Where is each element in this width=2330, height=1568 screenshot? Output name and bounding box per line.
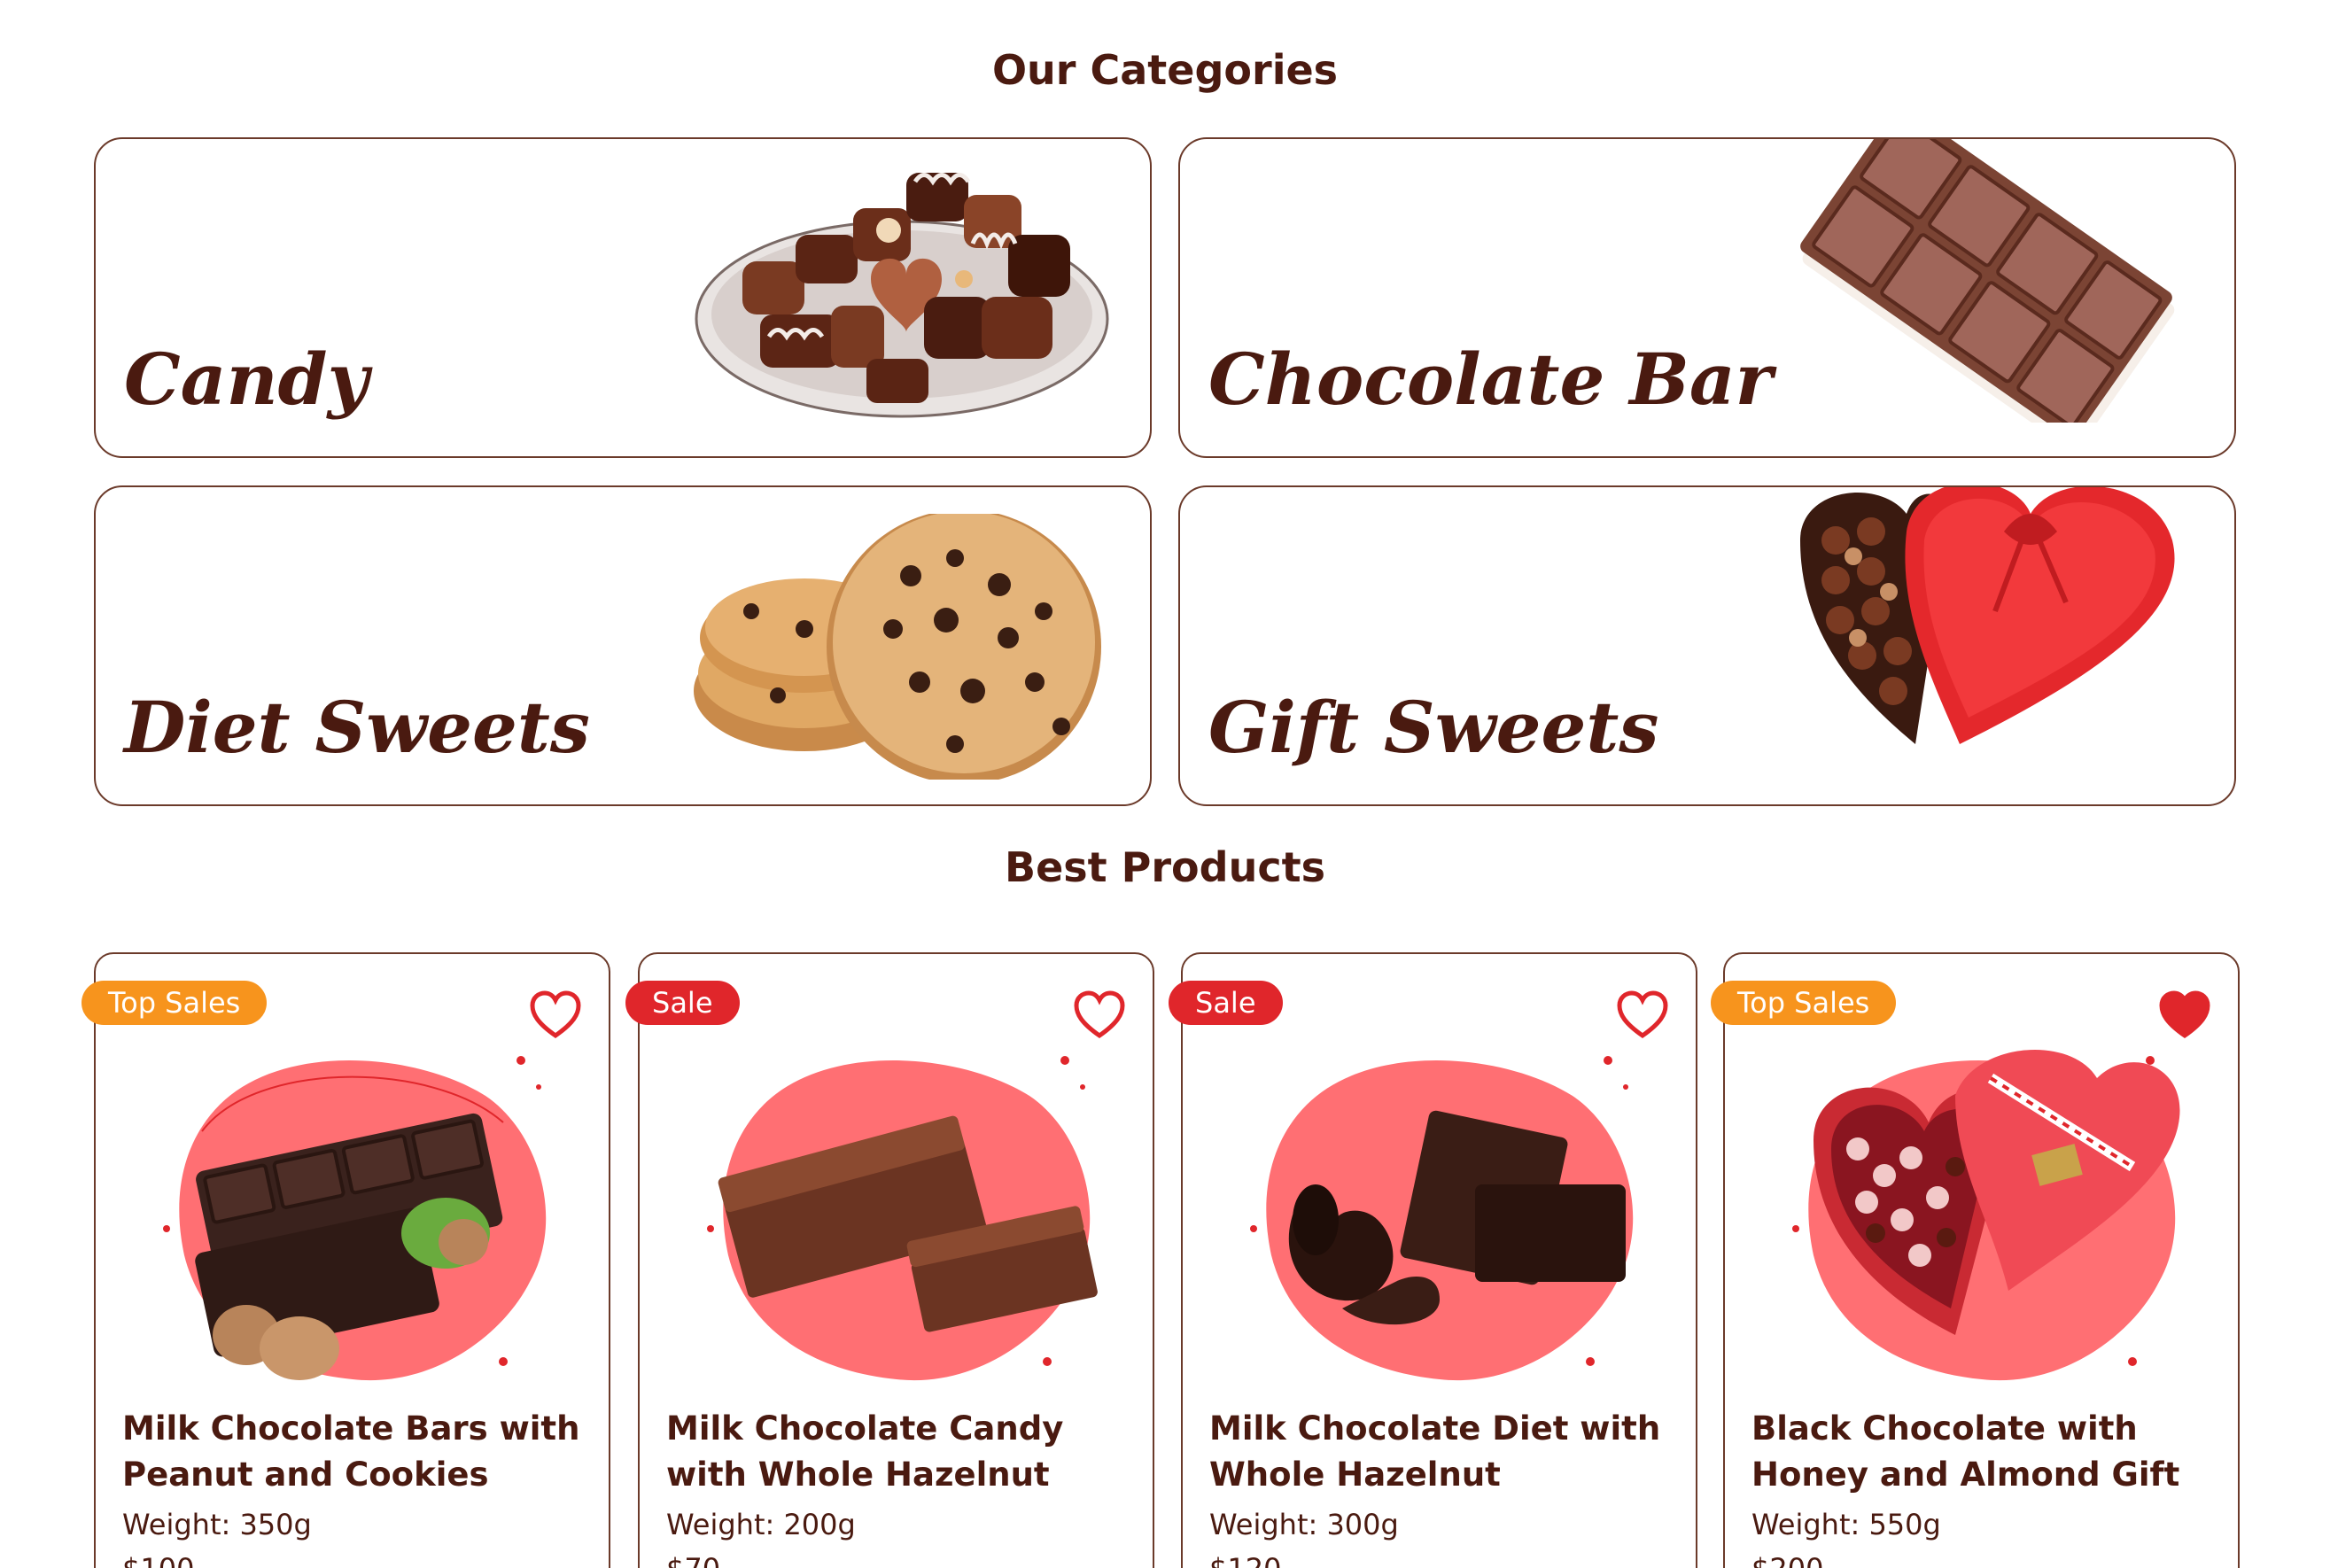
product-card[interactable]: Sale Milk Chocolate Diet with Whole Haze… <box>1169 952 1697 1568</box>
category-card-candy[interactable]: Candy <box>94 137 1152 458</box>
product-price: $120 <box>1209 1552 1281 1568</box>
top-sales-badge: Top Sales <box>82 981 268 1025</box>
category-card-gift-sweets[interactable]: Gift Sweets <box>1178 485 2236 806</box>
sale-badge: Sale <box>1169 981 1283 1025</box>
chocolate-diet-hazelnut-image <box>1250 1056 1634 1381</box>
heart-outline-icon[interactable] <box>1073 990 1126 1039</box>
category-label: Candy <box>124 338 369 421</box>
product-card[interactable]: Sale Milk Chocolate Candy with Whole Haz… <box>625 952 1154 1568</box>
heart-gift-chocolates-image <box>1792 1049 2180 1381</box>
product-weight: Weight: 350g <box>122 1508 312 1541</box>
product-name[interactable]: Milk Chocolate Bars with Peanut and Cook… <box>122 1406 601 1498</box>
category-label: Chocolate Bar <box>1208 338 1773 421</box>
heart-filled-icon[interactable] <box>2158 990 2211 1039</box>
product-name[interactable]: Milk Chocolate Candy with Whole Hazelnut <box>666 1406 1145 1498</box>
candy-plate-image <box>695 173 1109 418</box>
sale-badge: Sale <box>625 981 740 1025</box>
product-price: $200 <box>1751 1552 1823 1568</box>
category-label: Gift Sweets <box>1208 686 1659 769</box>
chocolate-candy-hazelnut-image <box>707 1056 1098 1381</box>
category-card-chocolate-bar[interactable]: Chocolate Bar <box>1178 137 2236 458</box>
product-card[interactable]: Top Sales Milk Chocolate Bars with Peanu… <box>82 952 610 1568</box>
product-weight: Weight: 200g <box>666 1508 856 1541</box>
product-name[interactable]: Milk Chocolate Diet with Whole Hazelnut <box>1209 1406 1688 1498</box>
chocolate-bars-peanut-image <box>163 1056 547 1381</box>
categories-heading: Our Categories <box>991 46 1339 94</box>
product-card[interactable]: Top Sales Black Chocolate with Honey and… <box>1711 952 2240 1568</box>
chocolate-bar-image <box>1800 139 2175 423</box>
cookies-image <box>694 514 1101 780</box>
best-products-heading: Best Products <box>1005 843 1325 891</box>
product-price: $70 <box>666 1552 720 1568</box>
product-name[interactable]: Black Chocolate with Honey and Almond Gi… <box>1751 1406 2230 1498</box>
heart-outline-icon[interactable] <box>529 990 582 1039</box>
product-weight: Weight: 550g <box>1751 1508 1941 1541</box>
category-card-diet-sweets[interactable]: Diet Sweets <box>94 485 1152 806</box>
product-weight: Weight: 300g <box>1209 1508 1399 1541</box>
heart-gift-box-image <box>1800 487 2175 744</box>
top-sales-badge: Top Sales <box>1711 981 1897 1025</box>
heart-outline-icon[interactable] <box>1616 990 1669 1039</box>
product-price: $100 <box>122 1552 194 1568</box>
category-label: Diet Sweets <box>124 686 590 769</box>
